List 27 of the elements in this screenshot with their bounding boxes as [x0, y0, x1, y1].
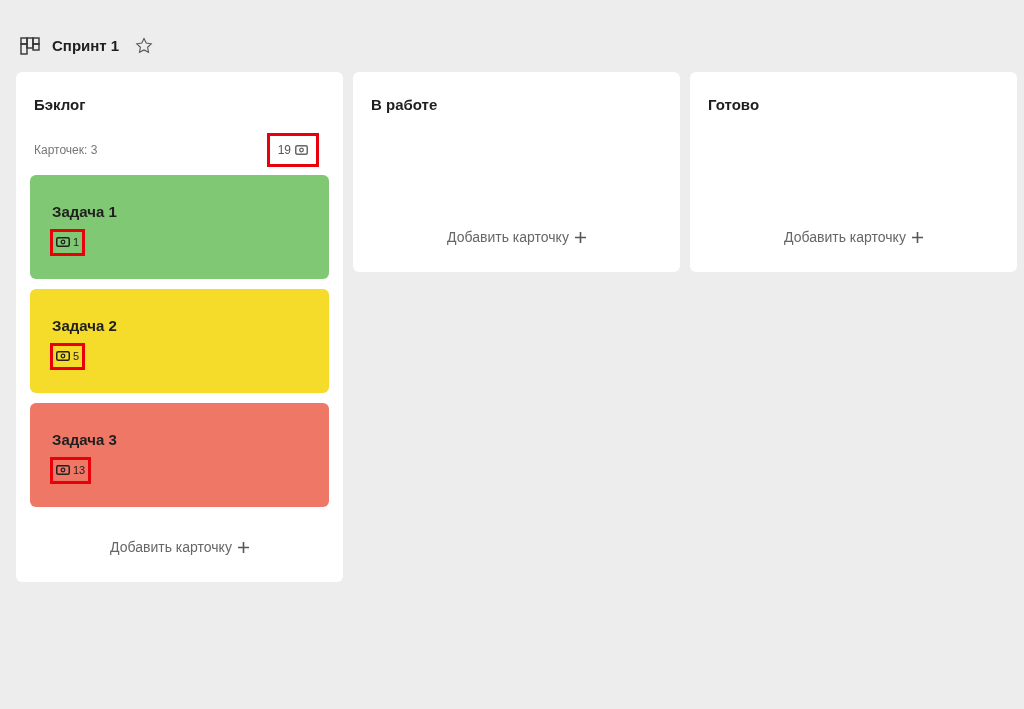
board-title: Спринт 1 — [52, 35, 120, 56]
task-card[interactable]: Задача 1 1 — [30, 174, 329, 279]
card-title: Задача 1 — [52, 201, 118, 222]
card-count: Карточек: 3 — [34, 141, 98, 159]
points-total: 19 — [266, 132, 319, 167]
plus-icon — [237, 541, 249, 553]
column-title: Готово — [708, 95, 761, 115]
card-points: 5 — [50, 343, 86, 370]
board-icon — [20, 37, 40, 55]
banknote-icon — [56, 465, 70, 476]
plus-icon — [574, 231, 586, 243]
card-points: 1 — [50, 229, 86, 256]
card-points: 13 — [50, 457, 92, 484]
card-title: Задача 2 — [52, 315, 118, 336]
add-card-button[interactable]: Добавить карточку — [443, 222, 590, 252]
plus-icon — [911, 231, 923, 243]
add-card-button[interactable]: Добавить карточку — [106, 532, 253, 562]
banknote-icon — [56, 351, 70, 362]
column-title: В работе — [371, 95, 439, 115]
task-card[interactable]: Задача 2 5 — [30, 288, 329, 393]
task-card[interactable]: Задача 3 13 — [30, 402, 329, 507]
star-icon[interactable] — [135, 37, 154, 55]
banknote-icon — [295, 144, 308, 155]
column-title: Бэклог — [34, 95, 87, 115]
card-title: Задача 3 — [52, 429, 118, 450]
add-card-button[interactable]: Добавить карточку — [780, 222, 927, 252]
banknote-icon — [56, 237, 70, 248]
